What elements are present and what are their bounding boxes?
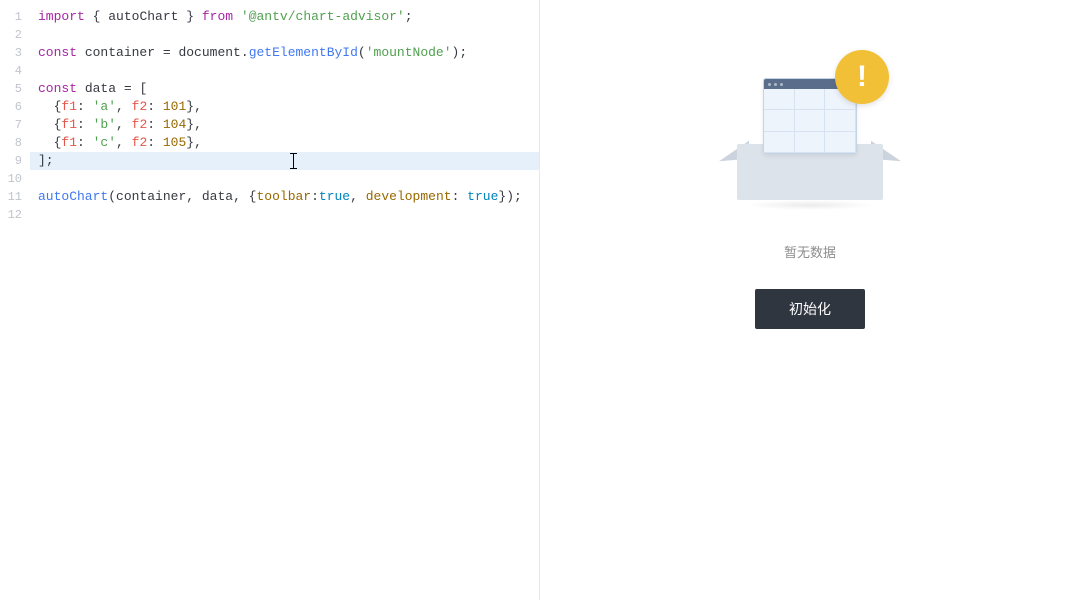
code-line[interactable] [38, 206, 539, 224]
line-number: 4 [0, 62, 30, 80]
code-editor-pane[interactable]: 123456789101112 import { autoChart } fro… [0, 0, 540, 600]
code-line[interactable]: {f1: 'a', f2: 101}, [38, 98, 539, 116]
code-line[interactable]: import { autoChart } from '@antv/chart-a… [38, 8, 539, 26]
line-number: 5 [0, 80, 30, 98]
line-number: 7 [0, 116, 30, 134]
code-line[interactable] [38, 170, 539, 188]
line-number-gutter: 123456789101112 [0, 0, 30, 600]
text-cursor-icon [293, 153, 294, 169]
code-line[interactable]: ]; [30, 152, 539, 170]
line-number: 12 [0, 206, 30, 224]
code-line[interactable]: const container = document.getElementByI… [38, 44, 539, 62]
code-line[interactable]: {f1: 'b', f2: 104}, [38, 116, 539, 134]
preview-pane: 暂无数据 初始化 [540, 0, 1080, 600]
line-number: 1 [0, 8, 30, 26]
warning-icon [835, 50, 889, 104]
code-line[interactable]: const data = [ [38, 80, 539, 98]
line-number: 11 [0, 188, 30, 206]
initialize-button[interactable]: 初始化 [755, 289, 865, 329]
code-line[interactable] [38, 62, 539, 80]
code-line[interactable]: {f1: 'c', f2: 105}, [38, 134, 539, 152]
line-number: 3 [0, 44, 30, 62]
code-line[interactable] [38, 26, 539, 44]
line-number: 6 [0, 98, 30, 116]
line-number: 10 [0, 170, 30, 188]
empty-state-illustration [725, 50, 895, 220]
line-number: 8 [0, 134, 30, 152]
code-text-area[interactable]: import { autoChart } from '@antv/chart-a… [30, 0, 539, 600]
line-number: 2 [0, 26, 30, 44]
line-number: 9 [0, 152, 30, 170]
empty-state-text: 暂无数据 [784, 242, 836, 261]
code-line[interactable]: autoChart(container, data, {toolbar:true… [38, 188, 539, 206]
